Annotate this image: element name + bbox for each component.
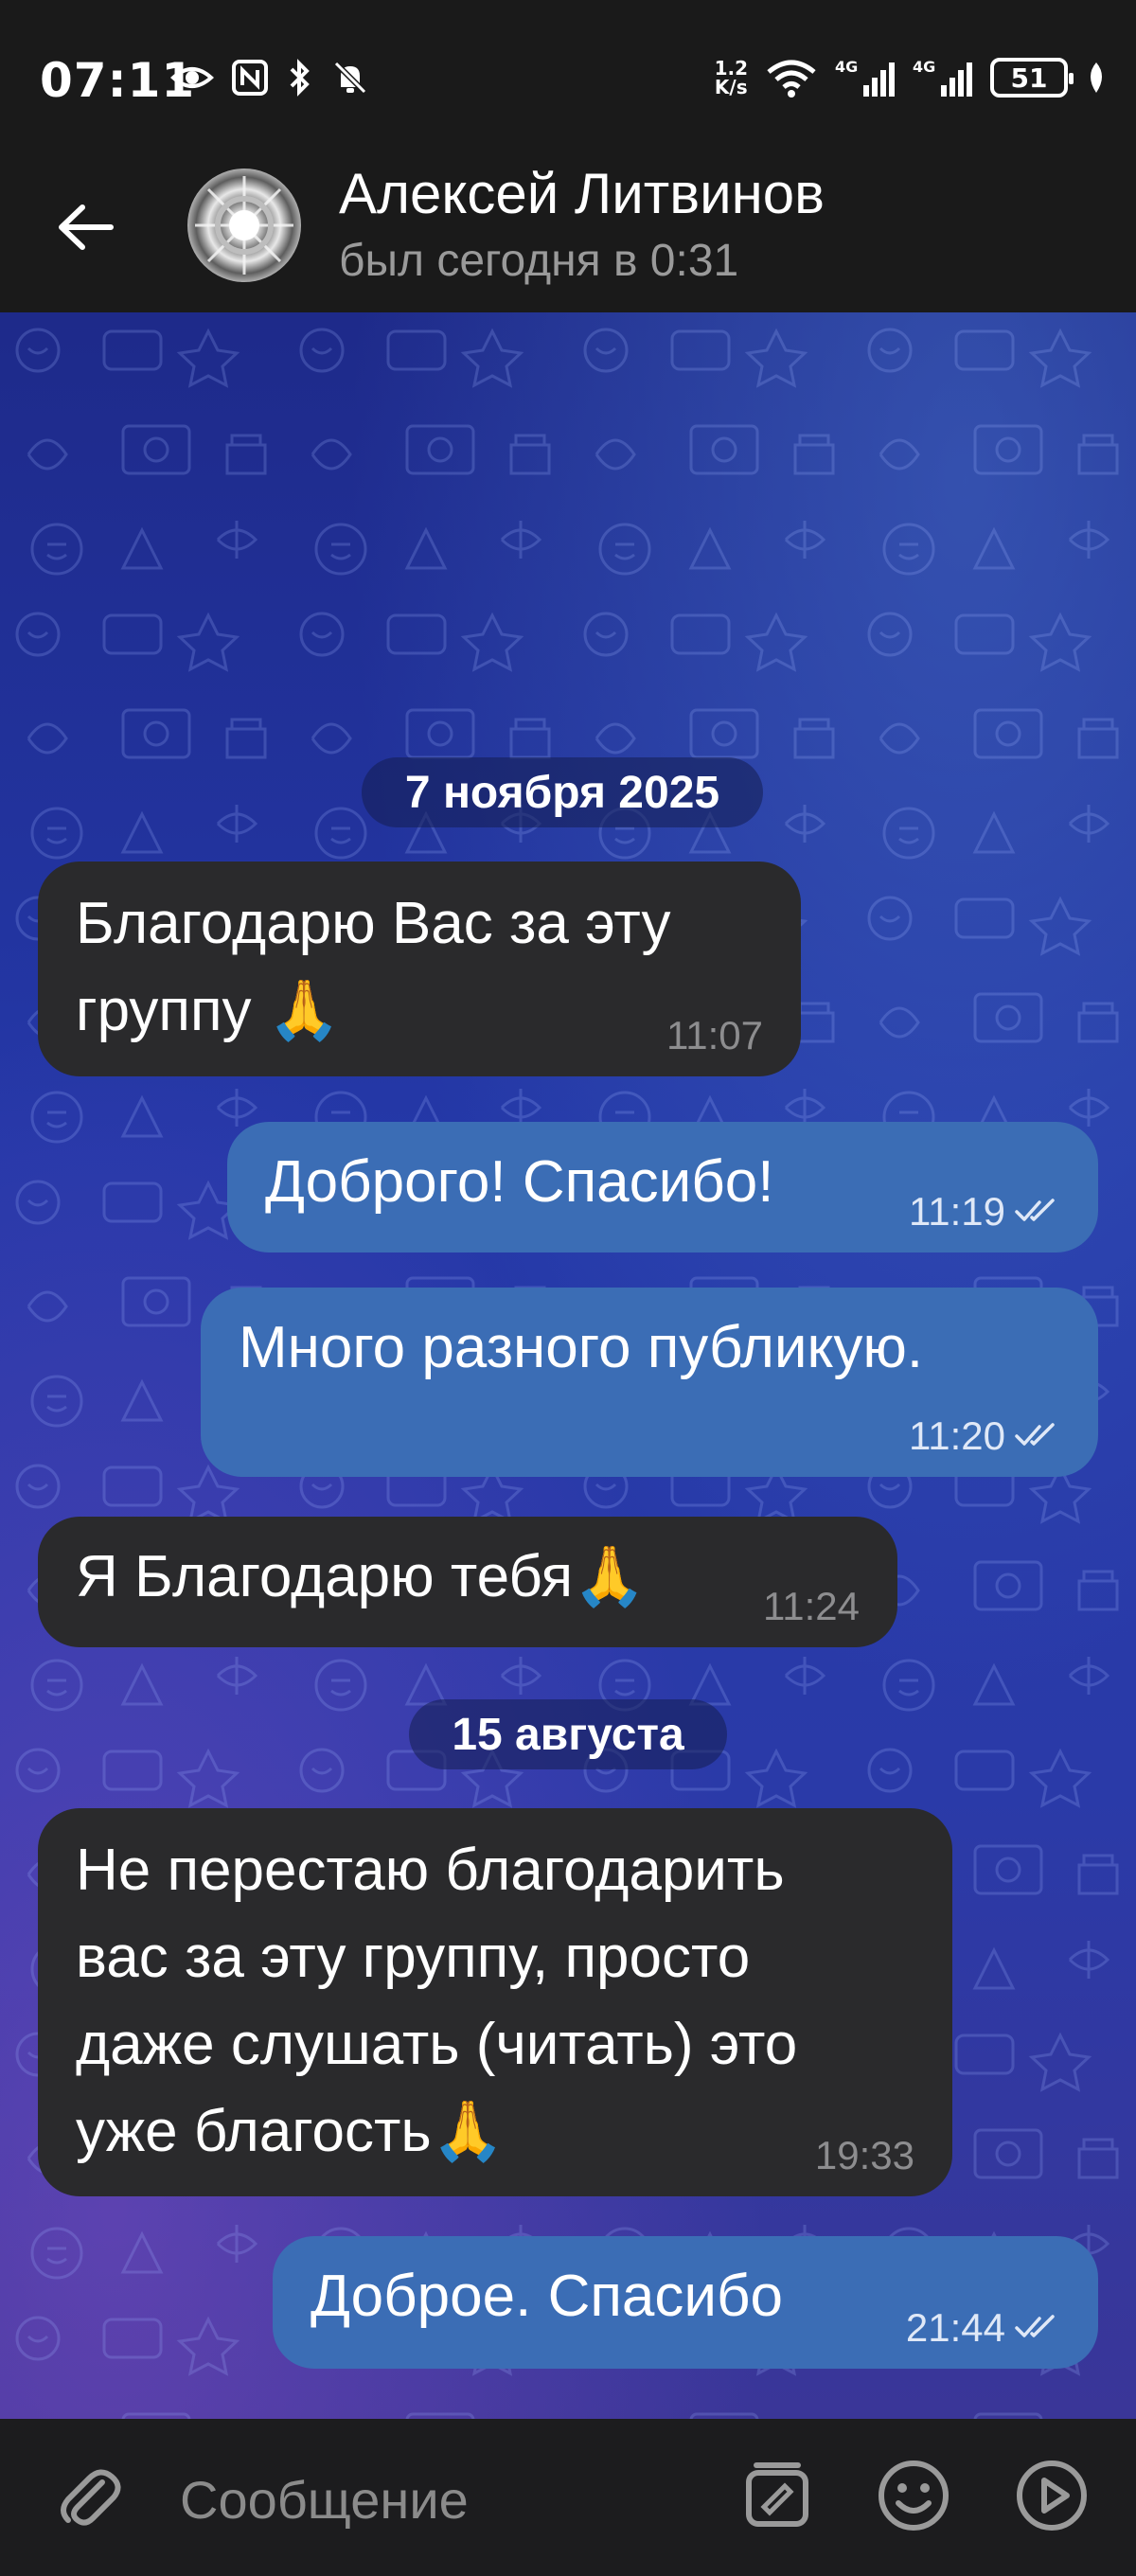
smile-icon [879, 2461, 949, 2531]
message-time: 11:19 [909, 1189, 1005, 1234]
status-right-icons: 1.2 K/s 4G 4G 51 [715, 57, 1108, 98]
contact-last-seen: был сегодня в 0:31 [339, 236, 739, 286]
message-text: Благодарю Вас за эту группу 🙏 [76, 891, 671, 1043]
message-time: 19:33 [814, 2133, 914, 2177]
message-time: 11:24 [763, 1584, 860, 1628]
message-meta: 11:20 [909, 1412, 1060, 1460]
message-meta: 21:44 [906, 2304, 1060, 2352]
date-separator-text: 15 августа [452, 1709, 684, 1760]
eye-icon [170, 67, 214, 88]
status-left-icons [170, 59, 369, 97]
svg-text:4G: 4G [835, 58, 858, 76]
message-meta: 19:33 [815, 2132, 914, 2179]
double-check-icon [1015, 1199, 1055, 1221]
mute-bell-icon [333, 61, 367, 95]
double-check-icon [1015, 1423, 1055, 1446]
attach-button[interactable] [45, 2453, 131, 2538]
bluetooth-icon [290, 59, 310, 97]
message-outgoing[interactable]: Доброго! Спасибо! 11:19 [227, 1122, 1098, 1252]
date-separator: 15 августа [409, 1699, 727, 1769]
message-incoming[interactable]: Благодарю Вас за эту группу 🙏 11:07 [38, 862, 801, 1076]
date-separator: 7 ноября 2025 [362, 757, 763, 827]
paperclip-icon [61, 2469, 121, 2526]
signal-icon: 4G [835, 58, 895, 97]
net-speed: 1.2 K/s [715, 59, 748, 97]
message-text: Много разного публикую. [239, 1315, 924, 1380]
sticker-button[interactable] [735, 2453, 820, 2538]
back-button[interactable] [47, 189, 123, 265]
arrow-left-icon [59, 204, 114, 250]
voice-video-button[interactable] [1009, 2453, 1094, 2538]
emoji-button[interactable] [871, 2453, 956, 2538]
message-text: Я Благодарю тебя🙏 [76, 1544, 647, 1609]
avatar[interactable] [187, 169, 301, 282]
message-meta: 11:07 [666, 1012, 763, 1059]
net-speed-unit: K/s [714, 76, 748, 98]
sticker-icon [746, 2462, 808, 2527]
message-time: 11:20 [909, 1413, 1005, 1458]
signal-icon-2: 4G [913, 58, 972, 97]
date-separator-text: 7 ноября 2025 [404, 767, 720, 818]
message-text: Не перестаю благодарить вас за эту групп… [76, 1838, 798, 2164]
net-speed-value: 1.2 [714, 57, 748, 80]
message-meta: 11:24 [763, 1583, 860, 1630]
leaf-icon [1091, 62, 1102, 93]
svg-text:4G: 4G [913, 58, 935, 76]
double-check-icon [1015, 2315, 1055, 2337]
chat-messages-area[interactable]: 7 ноября 2025 Благодарю Вас за эту групп… [0, 312, 1136, 2419]
message-time: 11:07 [666, 1013, 763, 1057]
nfc-icon [232, 60, 268, 96]
contact-name[interactable]: Алексей Литвинов [339, 161, 825, 226]
message-input-bar [0, 2419, 1136, 2576]
message-meta: 11:19 [909, 1188, 1060, 1235]
avatar-image [195, 176, 293, 275]
message-time: 21:44 [905, 2305, 1005, 2350]
play-circle-icon [1017, 2461, 1087, 2531]
message-outgoing[interactable]: Много разного публикую. 11:20 [201, 1288, 1098, 1477]
message-outgoing[interactable]: Доброе. Спасибо 21:44 [273, 2236, 1098, 2369]
battery-indicator: 51 [990, 58, 1074, 98]
wifi-icon [767, 60, 816, 98]
message-incoming[interactable]: Я Благодарю тебя🙏 11:24 [38, 1517, 897, 1647]
chat-header: Алексей Литвинов был сегодня в 0:31 [0, 123, 1136, 312]
message-input[interactable] [178, 2457, 708, 2542]
message-incoming[interactable]: Не перестаю благодарить вас за эту групп… [38, 1808, 952, 2196]
